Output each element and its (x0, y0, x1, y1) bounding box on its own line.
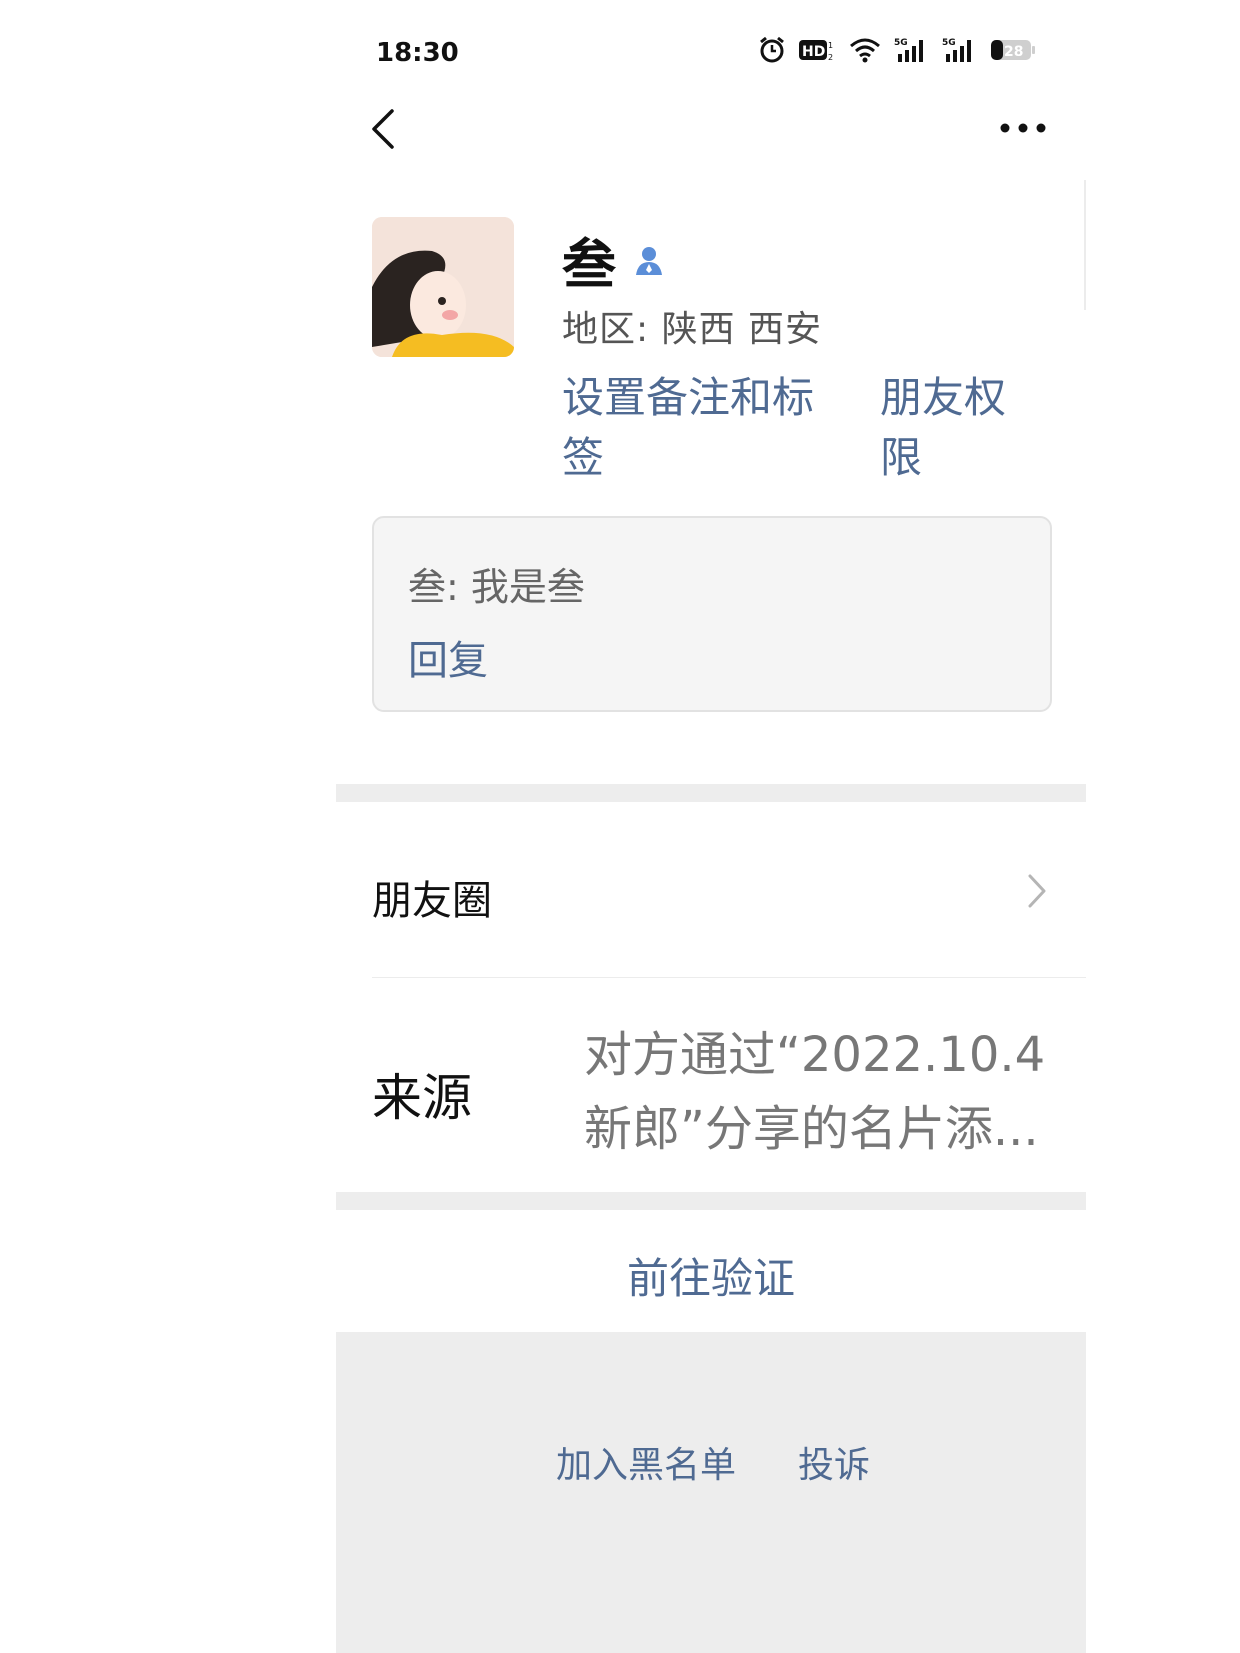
verification-message-box: 叁: 我是叁 回复 (372, 516, 1052, 712)
signal-5g-icon: 5G (942, 38, 971, 62)
chevron-left-icon[interactable] (364, 105, 400, 153)
region-text: 地区: 陕西 西安 (562, 309, 823, 350)
status-icons: HD 1 2 5G 5G 28 (758, 36, 1036, 64)
add-to-blacklist-link[interactable]: 加入黑名单 (556, 1436, 736, 1488)
svg-text:1: 1 (828, 41, 833, 50)
person-icon (636, 246, 662, 275)
report-link[interactable]: 投诉 (798, 1436, 870, 1488)
section-separator (336, 1192, 1086, 1210)
svg-text:5G: 5G (942, 38, 956, 48)
verification-message: 叁: 我是叁 (408, 565, 585, 609)
bottom-area (336, 1332, 1086, 1653)
battery-icon: 28 (991, 40, 1035, 60)
moments-row-label[interactable]: 朋友圈 (372, 868, 492, 926)
chevron-right-icon[interactable] (1026, 872, 1048, 910)
svg-text:HD: HD (802, 44, 825, 60)
source-value-line2: 新郎”分享的名片添... (584, 1101, 1039, 1157)
contact-name: 叁 (562, 233, 616, 296)
friend-permission-link[interactable]: 朋友权限 (880, 368, 1020, 488)
go-verify-button[interactable]: 前往验证 (336, 1245, 1086, 1306)
source-value-line1: 对方通过“2022.10.4 (584, 1027, 1046, 1083)
section-separator (336, 784, 1086, 802)
svg-text:5G: 5G (894, 38, 908, 48)
status-time: 18:30 (376, 38, 459, 68)
row-divider (372, 977, 1086, 978)
signal-5g-icon: 5G (894, 38, 923, 62)
avatar[interactable] (372, 217, 514, 357)
source-value: 对方通过“2022.10.4 新郎”分享的名片添... (584, 1018, 1054, 1166)
reply-link[interactable]: 回复 (408, 628, 488, 686)
wifi-icon (850, 38, 880, 63)
hd-icon: HD 1 2 (799, 40, 833, 62)
contact-profile-screen: 18:30 HD 1 2 5G 5G 28 叁 地区: 陕西 西安 设置备注和标… (336, 0, 1086, 1653)
svg-text:2: 2 (828, 53, 833, 62)
source-label: 来源 (372, 1069, 472, 1127)
alarm-icon (760, 36, 784, 63)
name-row: 叁 (562, 220, 666, 299)
set-remark-tags-link[interactable]: 设置备注和标签 (562, 368, 822, 488)
battery-level: 28 (1004, 44, 1023, 60)
more-icon[interactable] (998, 115, 1048, 141)
divider (1084, 180, 1086, 310)
